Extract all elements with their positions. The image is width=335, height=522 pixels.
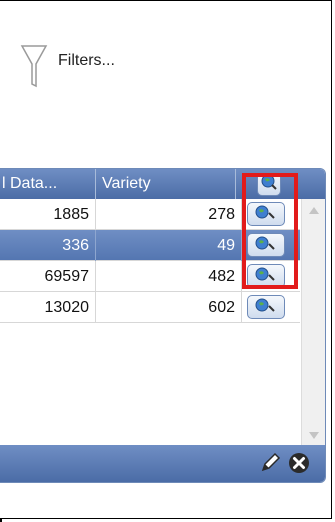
row-tool-button[interactable]: [247, 264, 285, 288]
scroll-up-icon[interactable]: [309, 207, 319, 214]
data-grid: l Data... Variety 1885 278 336 49 69597 …: [0, 168, 326, 483]
globe-search-icon: [253, 204, 279, 225]
scroll-down-icon[interactable]: [309, 432, 319, 439]
row-tool-button[interactable]: [247, 295, 285, 319]
header-tool-button[interactable]: [257, 172, 281, 196]
globe-search-icon: [253, 297, 279, 318]
pencil-icon[interactable]: [258, 451, 282, 475]
table-row[interactable]: 336 49: [0, 230, 300, 261]
vertical-scrollbar[interactable]: [301, 199, 325, 447]
cell-variety: 482: [96, 261, 242, 292]
row-tool-button[interactable]: [247, 202, 285, 226]
cell-variety: 49: [96, 230, 242, 261]
filters-label: Filters...: [58, 52, 115, 69]
row-tool-button[interactable]: [247, 233, 285, 257]
funnel-icon: [20, 44, 48, 90]
globe-search-icon: [260, 173, 278, 196]
cell-data: 336: [0, 230, 96, 261]
cell-variety: 602: [96, 292, 242, 323]
globe-search-icon: [253, 266, 279, 287]
table-row[interactable]: 13020 602: [0, 292, 300, 323]
globe-search-icon: [253, 235, 279, 256]
grid-footer: [0, 445, 325, 482]
cell-variety: 278: [96, 199, 242, 230]
close-circle-icon[interactable]: [287, 451, 311, 475]
cell-data: 1885: [0, 199, 96, 230]
grid-header: l Data... Variety: [0, 169, 325, 199]
column-header-variety[interactable]: Variety: [96, 169, 236, 199]
column-header-data[interactable]: l Data...: [0, 169, 96, 199]
filters-button[interactable]: Filters...: [20, 44, 115, 90]
cell-data: 13020: [0, 292, 96, 323]
table-row[interactable]: 1885 278: [0, 199, 300, 230]
cell-data: 69597: [0, 261, 96, 292]
table-row[interactable]: 69597 482: [0, 261, 300, 292]
